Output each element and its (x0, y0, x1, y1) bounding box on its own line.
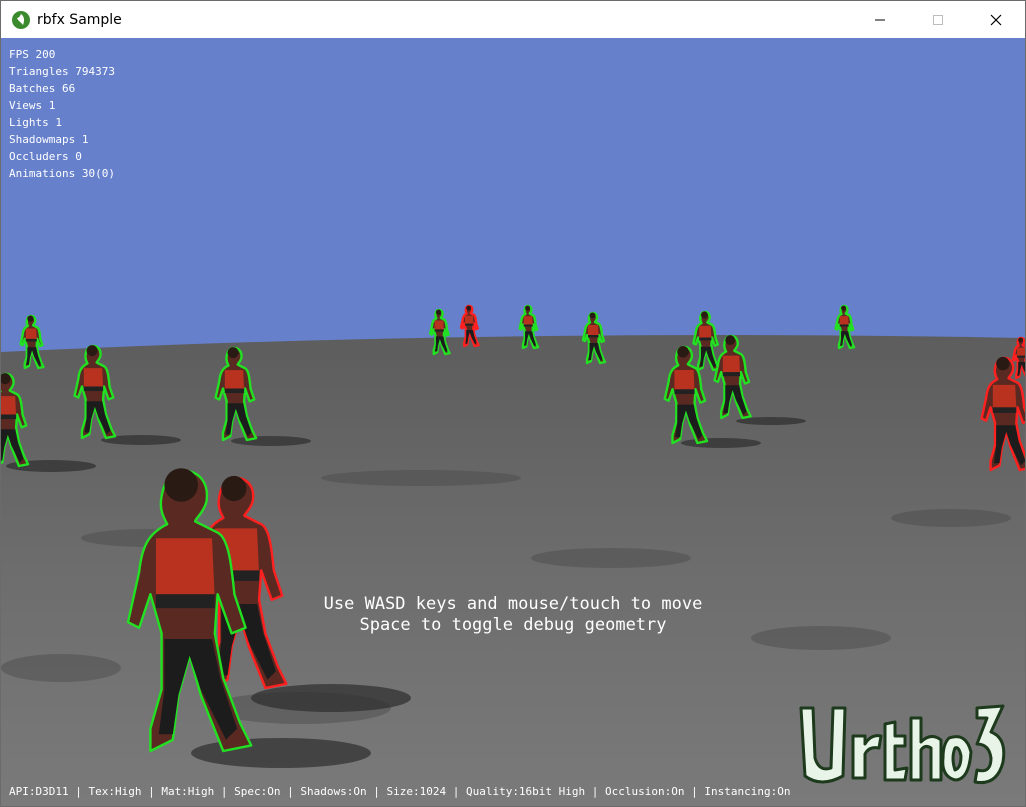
window-controls (851, 1, 1025, 38)
stat-line: Shadowmaps 1 (9, 133, 89, 146)
instruction-line: Space to toggle debug geometry (359, 615, 667, 635)
minimize-icon (875, 19, 885, 20)
title-bar[interactable]: rbfx Sample (1, 1, 1025, 38)
app-window: rbfx Sample FPS 200 Triangles 794373 Bat… (0, 0, 1026, 807)
stat-line: Animations 30(0) (9, 167, 115, 180)
stat-line: Occluders 0 (9, 150, 82, 163)
rbfx-app-icon (11, 10, 31, 30)
instructions: Use WASD keys and mouse/touch to move Sp… (1, 594, 1025, 636)
render-settings-status: API:D3D11 | Tex:High | Mat:High | Spec:O… (9, 785, 791, 798)
instruction-line: Use WASD keys and mouse/touch to move (323, 594, 703, 614)
render-viewport[interactable]: FPS 200 Triangles 794373 Batches 66 View… (1, 38, 1025, 806)
stat-line: Batches 66 (9, 82, 76, 95)
close-button[interactable] (967, 1, 1025, 38)
maximize-button[interactable] (909, 1, 967, 38)
stat-line: Triangles 794373 (9, 65, 115, 78)
debug-stats: FPS 200 Triangles 794373 Batches 66 View… (9, 46, 115, 182)
maximize-icon (933, 14, 943, 25)
close-icon (990, 14, 1002, 25)
stat-line: FPS 200 (9, 48, 56, 61)
stat-line: Lights 1 (9, 116, 62, 129)
stat-line: Views 1 (9, 99, 56, 112)
minimize-button[interactable] (851, 1, 909, 38)
window-title: rbfx Sample (37, 11, 122, 28)
